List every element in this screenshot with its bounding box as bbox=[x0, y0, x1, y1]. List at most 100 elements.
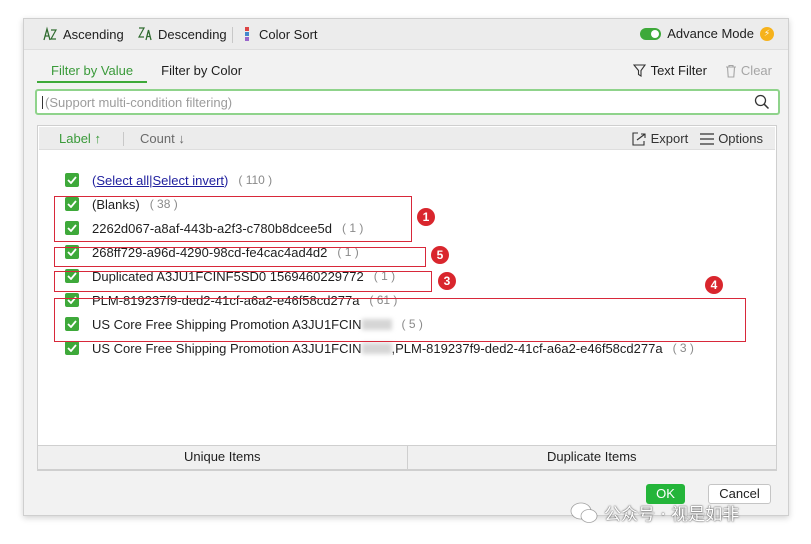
menu-icon bbox=[700, 132, 715, 145]
arrow-up-icon: ↑ bbox=[94, 131, 101, 146]
label-header: Label bbox=[59, 131, 91, 146]
list-item[interactable]: (Blanks) ( 38 ) bbox=[65, 194, 178, 214]
select-invert-link[interactable]: Select invert bbox=[152, 173, 224, 188]
item-label: 2262d067-a8af-443b-a2f3-c780b8dcee5d bbox=[92, 220, 332, 236]
lightning-bolt-icon: ⚡ bbox=[760, 26, 774, 41]
text-caret bbox=[42, 96, 43, 109]
search-box[interactable] bbox=[35, 89, 780, 115]
text-filter-label: Text Filter bbox=[650, 63, 707, 78]
item-count: ( 38 ) bbox=[149, 197, 178, 211]
annotation-badge-4: 4 bbox=[705, 276, 723, 294]
item-label: 268ff729-a96d-4290-98cd-fe4cac4ad4d2 bbox=[92, 244, 328, 260]
list-item[interactable]: US Core Free Shipping Promotion A3JU1FCI… bbox=[65, 314, 423, 334]
options-button[interactable]: Options bbox=[700, 131, 763, 146]
descending-label: Descending bbox=[158, 26, 227, 42]
list-item-select-all[interactable]: ( Select all | Select invert ) ( 110 ) bbox=[65, 170, 272, 190]
select-all-link[interactable]: Select all bbox=[96, 173, 149, 188]
ascending-label: Ascending bbox=[63, 26, 124, 42]
value-list: Label ↑ Count ↓ Export Options (Select … bbox=[37, 125, 777, 471]
checkmark-icon bbox=[67, 176, 77, 184]
item-label: Duplicated A3JU1FCINF5SD0 1569460229772 bbox=[92, 268, 364, 284]
item-type-tabs: Unique Items Duplicate Items bbox=[37, 445, 777, 470]
item-label: (Blanks) bbox=[92, 196, 140, 212]
list-item[interactable]: 268ff729-a96d-4290-98cd-fe4cac4ad4d2 ( 1… bbox=[65, 242, 359, 262]
export-button[interactable]: Export bbox=[632, 131, 689, 146]
export-label: Export bbox=[650, 131, 689, 146]
checkmark-icon bbox=[67, 272, 77, 280]
redacted-text bbox=[361, 342, 392, 354]
unique-items-tab[interactable]: Unique Items bbox=[38, 446, 407, 469]
color-sort-button[interactable]: Color Sort bbox=[243, 26, 318, 42]
filter-actions: Text Filter Clear bbox=[632, 63, 772, 78]
checkmark-icon bbox=[67, 224, 77, 232]
sort-ascending-icon bbox=[43, 26, 57, 41]
arrow-down-icon: ↓ bbox=[178, 131, 185, 146]
checkmark-icon bbox=[67, 320, 77, 328]
item-label-tail: ,PLM-819237f9-ded2-41cf-a6a2-e46f58cd277… bbox=[391, 340, 663, 356]
search-icon[interactable] bbox=[754, 94, 770, 110]
color-sort-label: Color Sort bbox=[259, 26, 318, 42]
item-label: US Core Free Shipping Promotion A3JU1FCI… bbox=[92, 316, 362, 332]
checkbox[interactable] bbox=[65, 173, 79, 187]
sort-descending-icon bbox=[138, 27, 152, 41]
duplicate-items-tab[interactable]: Duplicate Items bbox=[406, 446, 777, 469]
annotation-badge-3: 3 bbox=[438, 272, 456, 290]
list-item[interactable]: PLM-819237f9-ded2-41cf-a6a2-e46f58cd277a… bbox=[65, 290, 397, 310]
item-count: ( 61 ) bbox=[369, 293, 398, 307]
sort-by-count-button[interactable]: Count ↓ bbox=[140, 131, 185, 146]
funnel-icon bbox=[632, 63, 646, 77]
item-label: PLM-819237f9-ded2-41cf-a6a2-e46f58cd277a bbox=[92, 292, 360, 308]
toggle-switch[interactable] bbox=[640, 27, 662, 40]
item-count: ( 110 ) bbox=[238, 173, 273, 187]
filter-tabs: Filter by Value Filter by Color bbox=[37, 61, 256, 83]
header-divider bbox=[123, 132, 124, 146]
tab-filter-by-color[interactable]: Filter by Color bbox=[147, 61, 256, 83]
checkbox[interactable] bbox=[65, 317, 79, 331]
checkbox[interactable] bbox=[65, 221, 79, 235]
watermark-text: 公众号 · 视是如非 bbox=[604, 505, 740, 525]
clear-label: Clear bbox=[740, 63, 772, 78]
checkbox[interactable] bbox=[65, 293, 79, 307]
checkbox[interactable] bbox=[65, 197, 79, 211]
sort-by-label-button[interactable]: Label ↑ bbox=[59, 131, 101, 146]
checkmark-icon bbox=[67, 296, 77, 304]
text-filter-button[interactable]: Text Filter bbox=[632, 63, 707, 78]
filter-dialog: Ascending Descending Color Sort Advance … bbox=[23, 18, 789, 516]
descending-button[interactable]: Descending bbox=[138, 26, 227, 42]
list-item[interactable]: US Core Free Shipping Promotion A3JU1FCI… bbox=[65, 338, 694, 358]
sort-toolbar: Ascending Descending Color Sort Advance … bbox=[24, 19, 788, 50]
item-label: US Core Free Shipping Promotion A3JU1FCI… bbox=[92, 340, 362, 356]
clear-button[interactable]: Clear bbox=[725, 63, 772, 78]
item-count: ( 1 ) bbox=[373, 269, 396, 283]
annotation-badge-1: 1 bbox=[417, 208, 435, 226]
list-header: Label ↑ Count ↓ Export Options bbox=[39, 127, 775, 150]
checkmark-icon bbox=[67, 200, 77, 208]
advance-mode-label: Advance Mode bbox=[667, 26, 754, 41]
trash-icon bbox=[725, 64, 736, 78]
options-label: Options bbox=[718, 131, 763, 146]
search-input[interactable] bbox=[45, 92, 745, 112]
count-header: Count bbox=[140, 131, 175, 146]
chat-logo-icon bbox=[570, 502, 598, 523]
toolbar-divider bbox=[232, 27, 233, 43]
advance-mode-toggle[interactable]: Advance Mode ⚡ bbox=[640, 26, 774, 41]
watermark: 公众号 · 视是如非 bbox=[570, 500, 739, 525]
list-item[interactable]: Duplicated A3JU1FCINF5SD0 1569460229772 … bbox=[65, 266, 395, 286]
select-paren-close: ) bbox=[224, 172, 229, 188]
list-item[interactable]: 2262d067-a8af-443b-a2f3-c780b8dcee5d ( 1… bbox=[65, 218, 363, 238]
item-count: ( 1 ) bbox=[341, 221, 364, 235]
annotation-badge-5: 5 bbox=[431, 246, 449, 264]
ascending-button[interactable]: Ascending bbox=[43, 26, 124, 42]
redacted-text bbox=[361, 318, 392, 330]
item-count: ( 5 ) bbox=[401, 317, 423, 331]
tab-filter-by-value[interactable]: Filter by Value bbox=[37, 61, 148, 83]
checkmark-icon bbox=[67, 344, 77, 352]
color-sort-icon bbox=[245, 27, 249, 41]
checkbox[interactable] bbox=[65, 245, 79, 259]
checkmark-icon bbox=[67, 248, 77, 256]
checkbox[interactable] bbox=[65, 341, 79, 355]
export-icon bbox=[632, 131, 646, 146]
item-count: ( 3 ) bbox=[672, 341, 694, 355]
item-count: ( 1 ) bbox=[337, 245, 359, 259]
checkbox[interactable] bbox=[65, 269, 79, 283]
